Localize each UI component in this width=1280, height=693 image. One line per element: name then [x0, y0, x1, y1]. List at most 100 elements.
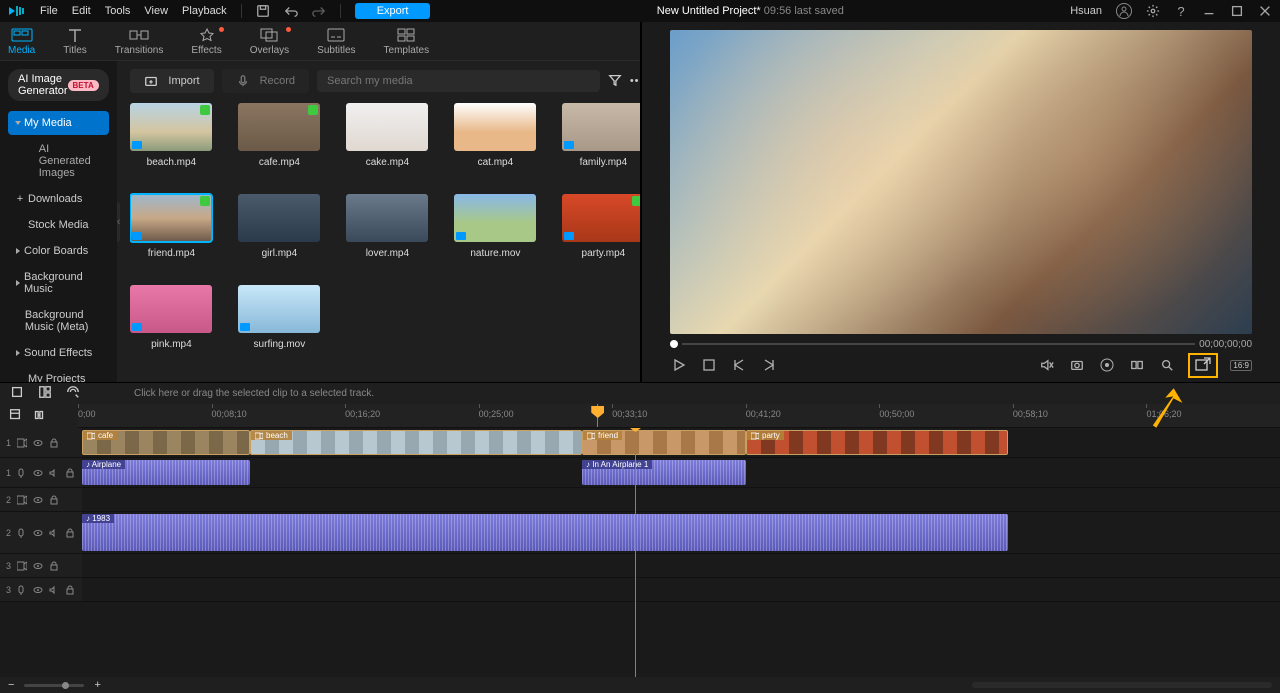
zoom-in-icon[interactable]: + — [94, 679, 100, 691]
visibility-icon[interactable] — [33, 561, 43, 571]
sidebar-item-ai-generated-images[interactable]: AI Generated Images — [8, 137, 109, 185]
media-item-cafe-mp4[interactable]: cafe.mp4 — [238, 103, 320, 168]
tab-media[interactable]: Media — [8, 28, 35, 56]
sidebar-item-my-media[interactable]: My Media — [8, 111, 109, 135]
sidebar-item-background-music[interactable]: Background Music — [8, 265, 109, 301]
visibility-icon[interactable] — [33, 585, 43, 595]
visibility-icon[interactable] — [33, 495, 43, 505]
media-item-nature-mov[interactable]: nature.mov — [454, 194, 536, 259]
media-item-friend-mp4[interactable]: friend.mp4 — [130, 194, 212, 259]
sidebar-item-color-boards[interactable]: Color Boards — [8, 239, 109, 263]
visibility-icon[interactable] — [33, 528, 43, 538]
tl-marker-icon[interactable] — [8, 408, 22, 425]
tab-effects[interactable]: Effects — [191, 28, 221, 56]
zoom-slider[interactable] — [24, 684, 84, 687]
tab-titles[interactable]: Titles — [63, 28, 87, 56]
visibility-icon[interactable] — [33, 468, 43, 478]
avatar-icon[interactable] — [1116, 3, 1132, 19]
menu-file[interactable]: File — [40, 5, 58, 17]
menu-edit[interactable]: Edit — [72, 5, 91, 17]
track-head-1-audio[interactable]: 1 — [0, 458, 82, 487]
sidebar-item-background-music-meta-[interactable]: Background Music (Meta) — [8, 303, 109, 339]
clip-cafe[interactable]: cafe — [82, 430, 250, 455]
clip-In An Airplane 1[interactable]: ♪ In An Airplane 1 — [582, 460, 746, 485]
media-item-family-mp4[interactable]: family.mp4 — [562, 103, 640, 168]
timeline-playhead[interactable] — [635, 428, 636, 677]
prev-frame-icon[interactable] — [730, 356, 748, 374]
tl-tool-ripple[interactable] — [66, 385, 80, 402]
track-head-2-audio[interactable]: 2 — [0, 512, 82, 553]
track-head-3-audio[interactable]: 3 — [0, 578, 82, 601]
lock-icon[interactable] — [49, 438, 59, 448]
snapshot-icon[interactable] — [1068, 356, 1086, 374]
track-head-3-video[interactable]: 3 — [0, 554, 82, 577]
clip-Airplane[interactable]: ♪ Airplane — [82, 460, 250, 485]
tl-link-icon[interactable] — [32, 408, 46, 425]
ai-image-generator-button[interactable]: AI Image Generator BETA — [8, 69, 109, 101]
media-item-lover-mp4[interactable]: lover.mp4 — [346, 194, 428, 259]
play-icon[interactable] — [670, 356, 688, 374]
lock-icon[interactable] — [49, 561, 59, 571]
preview-viewport[interactable] — [670, 30, 1252, 334]
mute-icon[interactable] — [49, 585, 59, 595]
record-button[interactable]: Record — [222, 69, 309, 93]
mute-icon[interactable] — [49, 528, 59, 538]
tl-tool-layout[interactable] — [38, 385, 52, 402]
more-icon[interactable]: ••• — [630, 75, 640, 87]
media-item-surfing-mov[interactable]: surfing.mov — [238, 285, 320, 350]
sidebar-item-downloads[interactable]: + Downloads — [8, 187, 109, 211]
popout-preview-button[interactable] — [1188, 353, 1218, 378]
next-frame-icon[interactable] — [760, 356, 778, 374]
track-head-1-video[interactable]: 1 — [0, 428, 82, 457]
menu-tools[interactable]: Tools — [105, 5, 131, 17]
lock-icon[interactable] — [65, 528, 75, 538]
redo-icon[interactable] — [312, 4, 326, 18]
scrubber-handle[interactable] — [670, 340, 678, 348]
media-item-party-mp4[interactable]: party.mp4 — [562, 194, 640, 259]
user-name[interactable]: Hsuan — [1070, 5, 1102, 17]
menu-playback[interactable]: Playback — [182, 5, 227, 17]
sidebar-item-sound-effects[interactable]: Sound Effects — [8, 341, 109, 365]
tab-overlays[interactable]: Overlays — [250, 28, 289, 56]
sidebar-item-stock-media[interactable]: Stock Media — [8, 213, 109, 237]
compare-icon[interactable] — [1128, 356, 1146, 374]
filter-icon[interactable] — [608, 73, 622, 90]
minimize-icon[interactable] — [1202, 4, 1216, 18]
quality-icon[interactable] — [1098, 356, 1116, 374]
timeline-ruler[interactable]: 0;0000;08;1000;16;2000;25;0000;33;1000;4… — [78, 404, 1280, 428]
maximize-icon[interactable] — [1230, 4, 1244, 18]
zoom-out-icon[interactable]: − — [8, 679, 14, 691]
timeline-scrollbar[interactable] — [972, 682, 1272, 688]
lock-icon[interactable] — [49, 495, 59, 505]
tl-tool-select[interactable] — [10, 385, 24, 402]
close-icon[interactable] — [1258, 4, 1272, 18]
clip-beach[interactable]: beach — [250, 430, 582, 455]
visibility-icon[interactable] — [33, 438, 43, 448]
clip-party[interactable]: party — [746, 430, 1008, 455]
clip-1983[interactable]: ♪ 1983 — [82, 514, 1008, 551]
mute-icon[interactable] — [1038, 356, 1056, 374]
stop-icon[interactable] — [700, 356, 718, 374]
tab-subtitles[interactable]: Subtitles — [317, 28, 355, 56]
export-button[interactable]: Export — [355, 3, 431, 19]
aspect-ratio-button[interactable]: 16:9 — [1230, 360, 1252, 371]
help-icon[interactable]: ? — [1174, 4, 1188, 18]
media-item-pink-mp4[interactable]: pink.mp4 — [130, 285, 212, 350]
media-item-girl-mp4[interactable]: girl.mp4 — [238, 194, 320, 259]
lock-icon[interactable] — [65, 585, 75, 595]
media-item-cake-mp4[interactable]: cake.mp4 — [346, 103, 428, 168]
import-button[interactable]: Import — [130, 69, 213, 93]
menu-view[interactable]: View — [144, 5, 168, 17]
sidebar-item-my-projects[interactable]: My Projects — [8, 367, 109, 382]
mute-icon[interactable] — [49, 468, 59, 478]
track-head-2-video[interactable]: 2 — [0, 488, 82, 511]
tab-templates[interactable]: Templates — [384, 28, 430, 56]
undo-icon[interactable] — [284, 4, 298, 18]
media-item-beach-mp4[interactable]: beach.mp4 — [130, 103, 212, 168]
save-icon[interactable] — [256, 4, 270, 18]
settings-icon[interactable] — [1146, 4, 1160, 18]
tab-transitions[interactable]: Transitions — [115, 28, 164, 56]
preview-scrubber[interactable]: 00;00;00;00 — [670, 336, 1252, 352]
media-search-input[interactable]: Search my media — [317, 70, 600, 92]
media-item-cat-mp4[interactable]: cat.mp4 — [454, 103, 536, 168]
